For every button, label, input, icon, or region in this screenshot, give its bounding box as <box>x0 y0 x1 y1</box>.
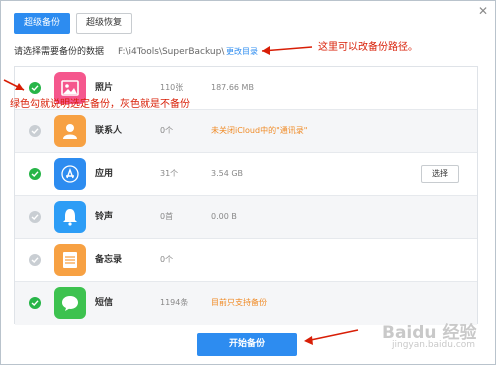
list-item-ringtones[interactable]: 铃声 0首 0.00 B <box>15 196 477 239</box>
unchecked-icon[interactable] <box>29 254 41 266</box>
row-count: 110张 <box>160 83 184 92</box>
row-size: 3.54 GB <box>211 169 244 178</box>
row-count: 31个 <box>160 169 179 178</box>
row-count: 0首 <box>160 212 174 221</box>
start-backup-button[interactable]: 开始备份 <box>197 333 297 356</box>
row-name: 照片 <box>95 83 114 93</box>
message-icon <box>54 287 86 319</box>
baidu-watermark: Baidu 经验 jingyan.baidu.com <box>382 318 492 354</box>
bell-icon <box>54 201 86 233</box>
backup-path: F:\i4Tools\SuperBackup\ <box>118 47 225 57</box>
row-name: 铃声 <box>95 212 114 222</box>
row-note: 未关闭iCloud中的"通讯录" <box>211 126 308 135</box>
row-name: 联系人 <box>95 126 123 136</box>
app-store-icon <box>54 158 86 190</box>
row-count: 0个 <box>160 255 174 264</box>
row-count: 1194条 <box>160 298 189 307</box>
select-apps-button[interactable]: 选择 <box>421 165 459 183</box>
row-note: 目前只支持备份 <box>211 298 267 307</box>
list-item-notes[interactable]: 备忘录 0个 <box>15 239 477 282</box>
path-annotation: 这里可以改备份路径。 <box>318 42 418 53</box>
list-item-contacts[interactable]: 联系人 0个 未关闭iCloud中的"通讯录" <box>15 110 477 153</box>
row-count: 0个 <box>160 126 174 135</box>
checked-icon[interactable] <box>29 297 41 309</box>
row-size: 0.00 B <box>211 212 237 221</box>
checked-icon[interactable] <box>29 82 41 94</box>
contact-icon <box>54 115 86 147</box>
row-name: 短信 <box>95 298 114 308</box>
checkbox-annotation: 绿色勾就说明选定备份，灰色就是不备份 <box>10 99 190 110</box>
row-name: 备忘录 <box>95 255 123 265</box>
tab-super-backup[interactable]: 超级备份 <box>14 13 70 34</box>
row-name: 应用 <box>95 169 114 179</box>
tab-super-restore[interactable]: 超级恢复 <box>76 13 132 34</box>
notes-icon <box>54 244 86 276</box>
list-item-apps[interactable]: 应用 31个 3.54 GB 选择 <box>15 153 477 196</box>
unchecked-icon[interactable] <box>29 125 41 137</box>
close-icon[interactable]: ✕ <box>476 4 490 18</box>
checked-icon[interactable] <box>29 168 41 180</box>
watermark-url: jingyan.baidu.com <box>392 340 476 350</box>
change-directory-link[interactable]: 更改目录 <box>226 44 258 60</box>
row-size: 187.66 MB <box>211 83 254 92</box>
select-data-prompt: 请选择需要备份的数据 <box>14 47 105 57</box>
unchecked-icon[interactable] <box>29 211 41 223</box>
